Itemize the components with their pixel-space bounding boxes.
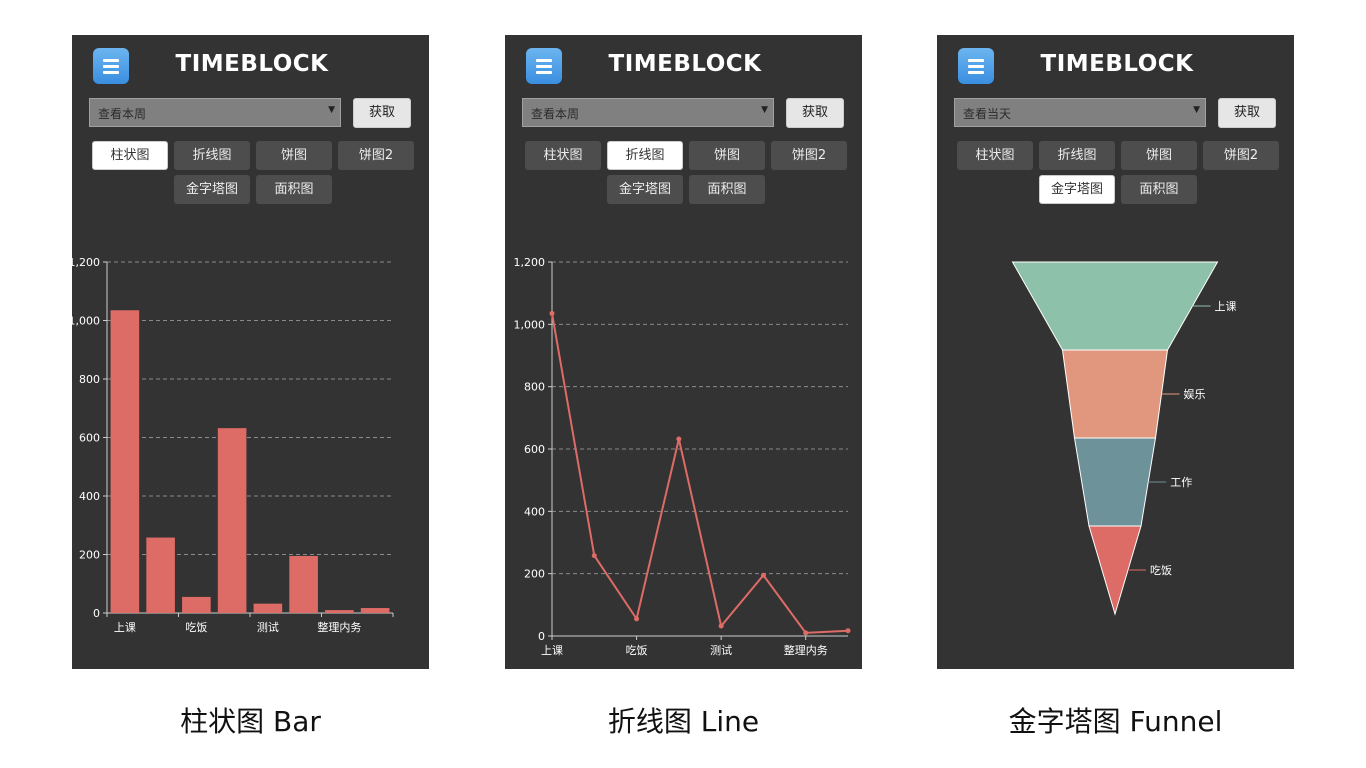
y-tick-label: 800 — [79, 373, 100, 386]
y-tick-label: 1,000 — [514, 318, 546, 331]
line-chart-panel: TIMEBLOCK 查看本周 ▼ 获取 柱状图 折线图 饼图 饼图2 金字塔图 面积图 0 200 40… — [505, 35, 862, 669]
data-point — [676, 436, 682, 442]
data-point — [803, 630, 809, 636]
funnel-segment — [1011, 261, 1219, 351]
data-point — [634, 616, 640, 622]
data-point — [718, 623, 724, 629]
y-tick-label: 1,000 — [72, 315, 100, 328]
series-line — [551, 313, 849, 634]
caption-line: 折线图 Line — [607, 705, 760, 738]
bar-chart: 0 200 400 600 800 1,000 1,200 上课 吃饭 测试 整理内务 — [72, 256, 394, 634]
funnel-label: 吃饭 — [1150, 564, 1172, 577]
funnel-segment — [1073, 437, 1157, 527]
caption-funnel: 金字塔图 Funnel — [1008, 705, 1223, 738]
y-tick-label: 200 — [79, 549, 100, 562]
bar — [289, 555, 318, 613]
funnel-segment — [1061, 349, 1169, 439]
x-tick-label: 上课 — [114, 621, 136, 634]
y-tick-label: 400 — [524, 505, 545, 518]
y-tick-label: 0 — [93, 607, 100, 620]
y-tick-label: 1,200 — [72, 256, 100, 269]
bar — [253, 603, 283, 613]
y-tick-label: 1,200 — [514, 256, 546, 269]
funnel-label: 工作 — [1170, 476, 1192, 489]
funnel-label: 娱乐 — [1184, 387, 1206, 401]
bar-chart-panel: TIMEBLOCK 查看本周 ▼ 获取 柱状图 折线图 饼图 饼图2 金字塔图 面积图 0 200 40… — [72, 35, 429, 669]
caption-bar: 柱状图 Bar — [180, 705, 321, 738]
bar — [217, 428, 247, 613]
x-tick-label: 整理内务 — [784, 643, 828, 657]
bar — [360, 608, 390, 613]
y-tick-label: 0 — [538, 630, 545, 643]
y-tick-label: 200 — [524, 568, 545, 581]
data-point — [760, 572, 766, 578]
y-tick-label: 600 — [524, 443, 545, 456]
bar — [182, 596, 211, 613]
bar — [146, 537, 175, 613]
funnel-label: 上课 — [1215, 300, 1237, 313]
x-tick-label: 测试 — [257, 621, 279, 634]
data-point — [591, 553, 597, 559]
y-tick-label: 800 — [524, 381, 545, 394]
x-tick-label: 上课 — [541, 644, 563, 657]
line-chart: 0 200 400 600 800 1,000 1,200 上课 吃饭 测试 整理内务 — [514, 256, 851, 657]
bar — [325, 610, 354, 613]
data-point — [845, 628, 851, 634]
funnel-chart-panel: TIMEBLOCK 查看当天 ▼ 获取 柱状图 折线图 饼图 饼图2 金字塔图 面积图 上课 娱乐 工作… — [937, 35, 1294, 669]
x-tick-label: 整理内务 — [317, 620, 361, 634]
funnel-chart: 上课娱乐工作吃饭 — [1011, 261, 1237, 616]
y-tick-label: 400 — [79, 490, 100, 503]
data-point — [549, 310, 555, 316]
bar — [110, 310, 140, 613]
x-tick-label: 吃饭 — [626, 644, 648, 657]
x-tick-label: 测试 — [710, 644, 732, 657]
x-tick-label: 吃饭 — [185, 621, 207, 634]
y-tick-label: 600 — [79, 432, 100, 445]
